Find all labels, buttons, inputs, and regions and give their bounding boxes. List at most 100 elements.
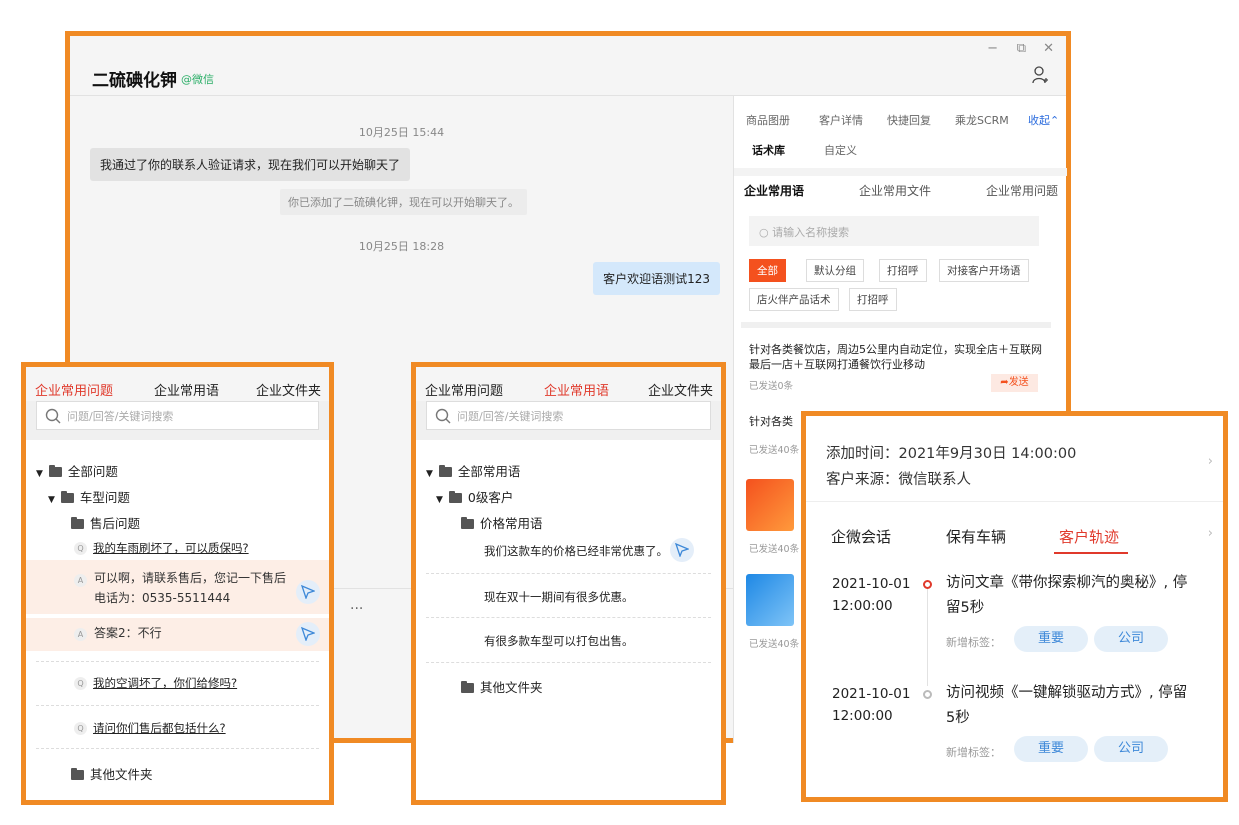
divider: [806, 501, 1223, 502]
tag-pill-important[interactable]: 重要: [1014, 626, 1088, 652]
tab-folders[interactable]: 企业文件夹: [648, 380, 713, 399]
tab-phrases[interactable]: 企业常用语: [154, 380, 219, 399]
search-input[interactable]: 问题/回答/关键词搜索: [426, 401, 711, 430]
event-date: 2021-10-01: [832, 686, 911, 702]
tag-product-script[interactable]: 店火伴产品话术: [749, 288, 839, 311]
send-button[interactable]: ➦发送: [991, 374, 1038, 392]
answer-row[interactable]: [26, 618, 329, 651]
tab-scrm[interactable]: 乘龙SCRM: [955, 112, 1009, 128]
folder-icon: [71, 768, 84, 780]
caret-down-icon: ▼: [36, 469, 43, 479]
poster-thumbnail[interactable]: [746, 479, 794, 531]
question-item[interactable]: Q 我的车雨刷坏了，可以质保吗?: [74, 540, 249, 556]
tree-node[interactable]: ▼ 0级客户: [436, 487, 513, 506]
tag-default-group[interactable]: 默认分组: [806, 259, 864, 282]
tab-phrases[interactable]: 企业常用语: [544, 380, 609, 399]
add-user-icon[interactable]: [1032, 66, 1048, 84]
share-icon: ➦: [1000, 377, 1009, 388]
tab-common-phrases[interactable]: 企业常用语: [744, 182, 804, 199]
send-button[interactable]: [296, 622, 320, 646]
tab-wecom-chat[interactable]: 企微会话: [831, 526, 891, 547]
question-badge: Q: [74, 677, 87, 690]
script-item-text: 针对各类餐饮店，周边5公里内自动定位，实现全店＋互联网最后一店＋互联网打通餐饮行…: [749, 343, 1042, 371]
answer-text: 可以啊，请联系售后，您记一下售后 电话为：0535-5511444: [94, 568, 286, 608]
tab-common-questions[interactable]: 企业常用问题: [986, 182, 1058, 199]
phrase-item[interactable]: 我们这款车的价格已经非常优惠了。: [484, 543, 668, 559]
more-button[interactable]: ···: [350, 601, 363, 617]
message-time: 10月25日 15:44: [358, 126, 445, 139]
minimize-button[interactable]: −: [987, 41, 998, 56]
caret-down-icon: ▼: [48, 495, 55, 505]
close-button[interactable]: ✕: [1043, 41, 1054, 56]
tab-customer-trajectory[interactable]: 客户轨迹: [1059, 526, 1119, 547]
search-icon: ○: [759, 226, 769, 239]
tab-faq[interactable]: 企业常用问题: [35, 380, 113, 399]
divider: [36, 748, 319, 749]
tab-folders[interactable]: 企业文件夹: [256, 380, 321, 399]
search-icon: [45, 408, 61, 424]
card-thumbnail[interactable]: [746, 574, 794, 626]
tag-greeting[interactable]: 打招呼: [879, 259, 927, 282]
tree-label: 车型问题: [79, 490, 130, 505]
event-time: 12:00:00: [832, 708, 893, 724]
tree-node[interactable]: 其他文件夹: [461, 677, 543, 696]
tab-common-files[interactable]: 企业常用文件: [859, 182, 931, 199]
tab-product-gallery[interactable]: 商品图册: [746, 112, 790, 128]
active-tab-indicator: [1054, 552, 1128, 554]
tab-faq[interactable]: 企业常用问题: [425, 380, 503, 399]
tree-node[interactable]: 其他文件夹: [71, 764, 153, 783]
phrase-item[interactable]: 有很多款车型可以打包出售。: [484, 633, 634, 649]
question-text: 请问你们售后都包括什么?: [93, 721, 226, 735]
panel-tabs: 企业常用问题 企业常用语 企业文件夹: [416, 367, 721, 401]
phrases-panel: 企业常用问题 企业常用语 企业文件夹 问题/回答/关键词搜索 ▼ 全部常用语 ▼ 0…: [411, 362, 726, 805]
timeline-dot-active: [923, 580, 932, 589]
tag-opening[interactable]: 对接客户开场语: [939, 259, 1029, 282]
question-badge: Q: [74, 722, 87, 735]
phrase-item[interactable]: 现在双十一期间有很多优惠。: [484, 589, 634, 605]
tab-customer-detail[interactable]: 客户详情: [819, 112, 863, 128]
event-line: 5秒: [946, 710, 970, 726]
tree-node[interactable]: 售后问题: [71, 513, 140, 532]
folder-icon: [448, 491, 462, 503]
tree-node[interactable]: 价格常用语: [461, 513, 543, 532]
search-input[interactable]: ○ 请输入名称搜索: [749, 216, 1039, 246]
send-button[interactable]: [296, 580, 320, 604]
subtab-custom[interactable]: 自定义: [824, 142, 857, 158]
tree-label: 全部常用语: [457, 464, 521, 479]
restore-button[interactable]: ⧉: [1017, 41, 1026, 56]
event-description: 访问文章《带你探索柳汽的奥秘》, 停留5秒: [946, 571, 1187, 621]
send-icon: [675, 543, 689, 557]
tree-root[interactable]: ▼ 全部问题: [36, 461, 118, 480]
question-item[interactable]: Q 我的空调坏了，你们给修吗?: [74, 675, 237, 691]
tag-pill-company[interactable]: 公司: [1094, 626, 1168, 652]
question-item[interactable]: Q 请问你们售后都包括什么?: [74, 720, 226, 736]
sent-count: 已发送40条: [749, 445, 800, 456]
subtab-script-library[interactable]: 话术库: [752, 142, 785, 158]
divider: [36, 661, 319, 662]
tab-owned-vehicles[interactable]: 保有车辆: [946, 526, 1006, 547]
platform-label: @微信: [181, 73, 214, 86]
divider: [426, 573, 711, 574]
send-icon: [301, 627, 315, 641]
chevron-right-icon[interactable]: ›: [1208, 526, 1213, 541]
question-text: 我的车雨刷坏了，可以质保吗?: [93, 541, 249, 555]
tree-root[interactable]: ▼ 全部常用语: [426, 461, 520, 480]
folder-icon: [461, 681, 474, 693]
sent-count: 已发送0条: [749, 381, 794, 392]
search-placeholder: 问题/回答/关键词搜索: [457, 410, 564, 423]
search-input[interactable]: 问题/回答/关键词搜索: [36, 401, 319, 430]
timeline-line: [927, 586, 928, 686]
event-time: 12:00:00: [832, 598, 893, 614]
tag-pill-important[interactable]: 重要: [1014, 736, 1088, 762]
answer-badge: A: [74, 574, 87, 587]
tree-node[interactable]: ▼ 车型问题: [48, 487, 130, 506]
collapse-button[interactable]: 收起⌃: [1028, 112, 1059, 128]
chevron-right-icon[interactable]: ›: [1208, 454, 1213, 469]
event-line: 留5秒: [946, 600, 985, 616]
tree-label: 价格常用语: [480, 516, 543, 531]
tag-all[interactable]: 全部: [749, 259, 786, 282]
tab-quick-reply[interactable]: 快捷回复: [887, 112, 931, 128]
tag-pill-company[interactable]: 公司: [1094, 736, 1168, 762]
tag-greeting-2[interactable]: 打招呼: [849, 288, 897, 311]
send-button[interactable]: [670, 538, 694, 562]
